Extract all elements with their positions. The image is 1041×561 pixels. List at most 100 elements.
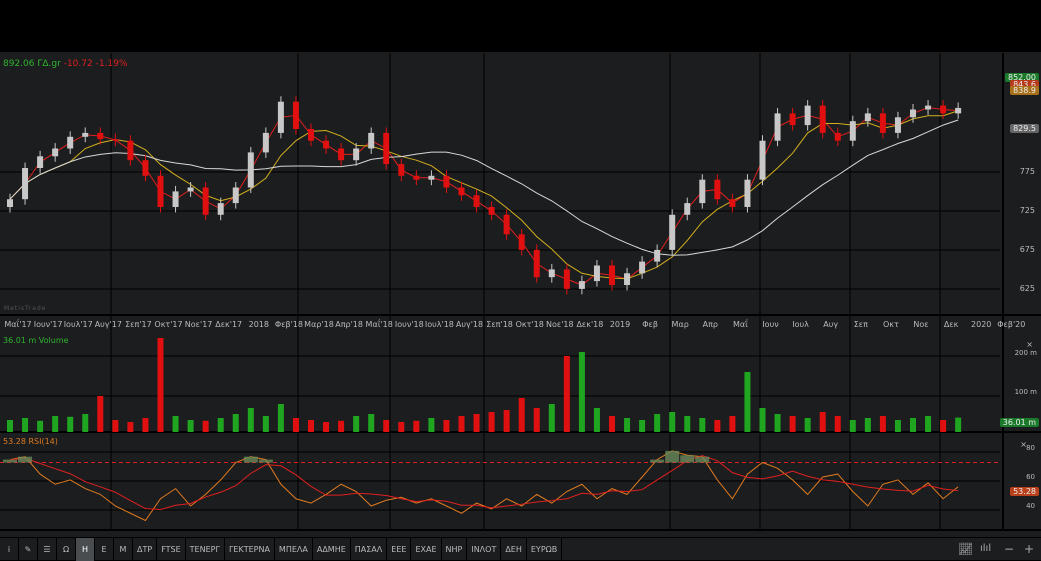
volume-bar <box>834 416 841 432</box>
chart-type-icon[interactable]: 📈︎ <box>958 537 973 560</box>
candle-body <box>910 109 916 118</box>
candle-body <box>413 175 420 180</box>
toolbar-button[interactable]: ☰ <box>38 537 57 561</box>
volume-bar <box>413 420 420 432</box>
x-tick-label: Μαρ <box>671 320 689 329</box>
toolbar-button[interactable]: ΝΗΡ <box>442 537 468 561</box>
toolbar-button[interactable]: Η <box>76 537 95 561</box>
volume-bar <box>323 422 330 432</box>
x-tick-label: Νοε'17 <box>184 320 213 329</box>
volume-bar <box>37 420 44 432</box>
volume-bar <box>67 416 74 432</box>
toolbar-button[interactable]: i <box>0 537 19 561</box>
candle-body <box>609 265 615 285</box>
watermark: MetisTrade <box>4 305 47 312</box>
toolbar-button[interactable]: ΓΕΚΤΕΡΝΑ <box>225 537 275 561</box>
volume-bar <box>368 414 375 432</box>
volume-bar <box>789 416 796 432</box>
candle-body <box>187 187 194 192</box>
candle-body <box>232 187 239 204</box>
candle-body <box>834 132 841 141</box>
x-tick-label: Οκτ'17 <box>154 320 183 329</box>
zoom-in-button[interactable]: + <box>1024 537 1034 560</box>
toolbar-button[interactable]: ΔΕΗ <box>501 537 527 561</box>
rsi-tick: 80 <box>1026 444 1035 452</box>
x-tick-label: Μαΐ'18 <box>365 320 393 329</box>
candle-body <box>684 203 691 215</box>
symbol: ΓΔ.gr <box>37 59 61 69</box>
x-tick-label: Αυγ'18 <box>455 320 484 329</box>
zoom-out-button[interactable]: − <box>1004 537 1014 560</box>
volume-bar <box>955 417 962 432</box>
x-tick-label: 2018 <box>248 320 269 329</box>
x-tick-label: Φεβ'18 <box>274 320 303 329</box>
candle-body <box>729 199 736 207</box>
volume-tick: 200 m <box>1014 349 1037 357</box>
rsi-overbought-fill <box>695 456 710 463</box>
candle-body <box>247 152 254 188</box>
toolbar-button[interactable]: ✎ <box>19 537 38 561</box>
candle-body <box>202 187 209 215</box>
candle-body <box>383 132 390 165</box>
candle-body <box>894 117 901 133</box>
toolbar-button[interactable]: ΜΠΕΛΑ <box>275 537 313 561</box>
x-tick-label: Μαρ'18 <box>304 320 334 329</box>
change: -10.72 <box>63 59 93 69</box>
candle-body <box>22 168 29 200</box>
rsi-overbought-fill <box>18 456 33 463</box>
x-tick-label: Ιουλ <box>792 320 809 329</box>
candle-body <box>308 129 314 141</box>
volume-bar <box>729 416 736 432</box>
bars-icon[interactable]: ılıl <box>980 537 991 560</box>
volume-bar <box>172 416 179 432</box>
toolbar-button[interactable]: Ε <box>95 537 114 561</box>
candle-body <box>699 179 706 204</box>
last-price: 892.06 <box>3 59 35 69</box>
x-tick-label: Αυγ'17 <box>94 320 122 329</box>
x-tick-label: Δεκ'18 <box>576 320 604 329</box>
volume-bar <box>217 418 224 432</box>
toolbar-button[interactable]: Ω <box>57 537 76 561</box>
candle-body <box>7 199 13 207</box>
x-tick-label: Μαΐ'17 <box>4 320 32 329</box>
volume-bar <box>383 420 390 432</box>
candle-body <box>428 175 435 180</box>
toolbar-button[interactable]: FTSE <box>157 537 186 561</box>
candle-body <box>473 195 480 207</box>
toolbar-button[interactable]: ΔΤΡ <box>133 537 158 561</box>
toolbar-button[interactable]: ΕΕΕ <box>387 537 412 561</box>
volume-bar <box>759 408 766 432</box>
toolbar-button[interactable]: ΕΧΑΕ <box>411 537 442 561</box>
candle-body <box>338 148 345 161</box>
volume-label: 36.01 m Volume <box>3 336 69 345</box>
candle-body <box>353 148 360 161</box>
volume-bar <box>292 418 299 432</box>
bottom-toolbar: i ✎ ☰ Ω Η Ε Μ ΔΤΡ FTSE ΤΕΝΕΡΓ ΓΕΚΤΕΡΝΑ ΜΠΕΛΑ ΑΔΜΗΕ ΠΑ… <box>0 537 1041 561</box>
toolbar-button[interactable]: ΤΕΝΕΡΓ <box>186 537 225 561</box>
candle-body <box>925 105 932 110</box>
close-volume-icon[interactable]: × <box>1026 340 1033 349</box>
toolbar-button[interactable]: Μ <box>114 537 133 561</box>
volume-bar <box>609 416 615 432</box>
volume-bar <box>699 418 706 432</box>
toolbar-button[interactable]: ΙΝΛΟΤ <box>467 537 502 561</box>
candle-body <box>759 140 766 180</box>
volume-bar <box>578 352 585 432</box>
close-rsi-icon[interactable]: × <box>1020 440 1027 449</box>
volume-bar <box>353 416 360 432</box>
rsi-overbought-fill <box>3 459 17 463</box>
volume-bar <box>488 412 495 432</box>
chart-svg[interactable] <box>0 0 1041 560</box>
volume-bar <box>308 420 314 432</box>
volume-bar <box>262 416 269 432</box>
toolbar-button[interactable]: ΕΥΡΩΒ <box>527 537 563 561</box>
candle-body <box>67 136 74 149</box>
volume-bar <box>894 420 901 432</box>
candle-body <box>142 160 149 176</box>
volume-bar <box>910 418 916 432</box>
x-tick-label: Νοε'18 <box>546 320 574 329</box>
toolbar-button[interactable]: ΑΔΜΗΕ <box>313 537 351 561</box>
volume-bar <box>669 412 676 432</box>
toolbar-button[interactable]: ΠΑΣΑΛ <box>351 537 388 561</box>
volume-bar <box>127 422 134 432</box>
